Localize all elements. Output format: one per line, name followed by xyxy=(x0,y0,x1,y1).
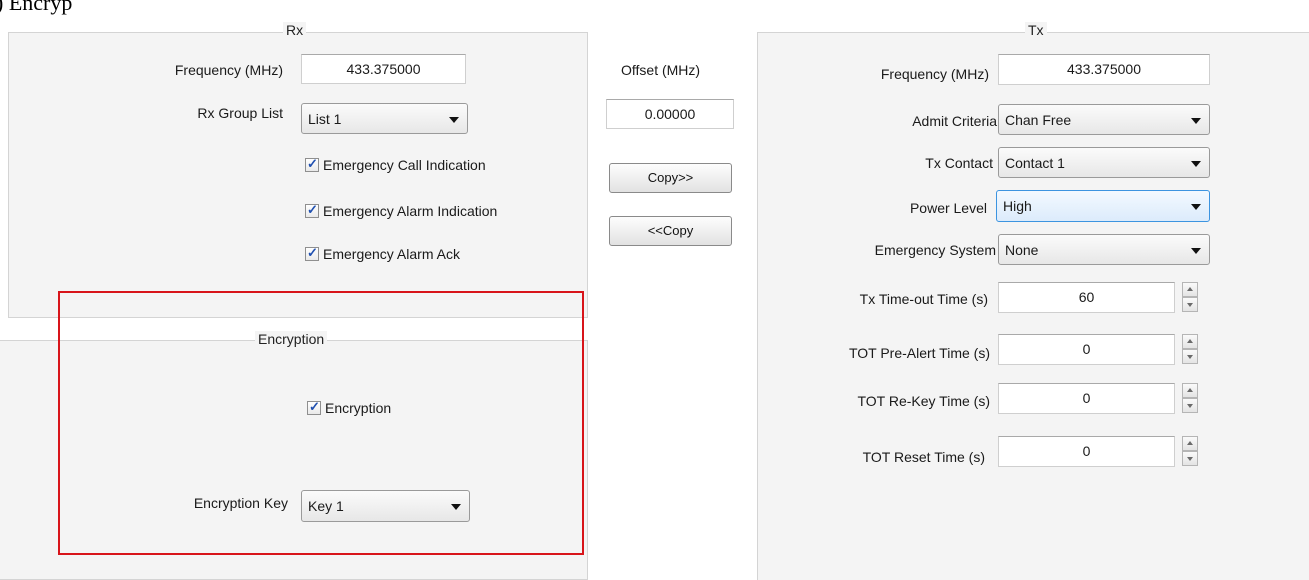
offset-input[interactable]: 0.00000 xyxy=(606,99,734,129)
offset-label: Offset (MHz) xyxy=(621,62,701,78)
admit-criteria-dropdown[interactable]: Chan Free xyxy=(998,104,1210,135)
tot-rekey-label: TOT Re-Key Time (s) xyxy=(857,393,990,409)
spin-up-icon[interactable] xyxy=(1182,334,1198,349)
tx-timeout-label: Tx Time-out Time (s) xyxy=(859,291,988,307)
tx-group-title: Tx xyxy=(1025,22,1047,38)
tot-rekey-input[interactable]: 0 xyxy=(998,383,1175,414)
tot-rekey-spinner[interactable] xyxy=(1182,383,1198,413)
power-level-value: High xyxy=(1003,198,1032,214)
copy-tx-to-rx-button[interactable]: <<Copy xyxy=(609,216,732,246)
rx-group-list-dropdown[interactable]: List 1 xyxy=(301,103,468,134)
rx-group-title: Rx xyxy=(283,22,307,38)
rx-group-list-label: Rx Group List xyxy=(197,105,283,121)
admit-criteria-label: Admit Criteria xyxy=(912,113,997,129)
checkbox-label: Emergency Alarm Ack xyxy=(323,246,460,262)
power-level-label: Power Level xyxy=(909,200,987,216)
tot-reset-label: TOT Reset Time (s) xyxy=(862,449,985,465)
page-heading-fragment: ) Encryp xyxy=(0,0,73,15)
checkbox-label: Emergency Alarm Indication xyxy=(323,203,498,219)
encryption-highlight-box xyxy=(58,291,584,555)
tot-prealert-input[interactable]: 0 xyxy=(998,334,1175,365)
emergency-system-value: None xyxy=(1005,242,1039,258)
checkbox-checked-icon xyxy=(305,202,319,218)
tx-frequency-input[interactable]: 433.375000 xyxy=(998,54,1210,85)
power-level-dropdown[interactable]: High xyxy=(996,190,1210,222)
tot-reset-input[interactable]: 0 xyxy=(998,436,1175,467)
checkbox-checked-icon xyxy=(305,156,319,172)
rx-group-list-value: List 1 xyxy=(308,111,342,127)
emergency-alarm-ack-checkbox[interactable]: Emergency Alarm Ack xyxy=(305,245,460,262)
tx-frequency-label: Frequency (MHz) xyxy=(880,66,989,82)
rx-frequency-input[interactable]: 433.375000 xyxy=(301,54,466,84)
spin-down-icon[interactable] xyxy=(1182,349,1198,364)
spin-up-icon[interactable] xyxy=(1182,436,1198,451)
emergency-system-dropdown[interactable]: None xyxy=(998,234,1210,265)
tx-contact-value: Contact 1 xyxy=(1005,155,1065,171)
emergency-call-indication-checkbox[interactable]: Emergency Call Indication xyxy=(305,156,486,173)
copy-rx-to-tx-button[interactable]: Copy>> xyxy=(609,163,732,193)
tot-reset-spinner[interactable] xyxy=(1182,436,1198,466)
spin-down-icon[interactable] xyxy=(1182,451,1198,466)
spin-down-icon[interactable] xyxy=(1182,398,1198,413)
admit-criteria-value: Chan Free xyxy=(1005,112,1072,128)
chevron-down-icon xyxy=(1191,161,1201,167)
tx-contact-dropdown[interactable]: Contact 1 xyxy=(998,147,1210,178)
checkbox-checked-icon xyxy=(305,245,319,261)
chevron-down-icon xyxy=(1191,204,1201,210)
rx-group xyxy=(8,32,588,318)
rx-frequency-label: Frequency (MHz) xyxy=(174,62,283,78)
spin-down-icon[interactable] xyxy=(1182,297,1198,312)
emergency-alarm-indication-checkbox[interactable]: Emergency Alarm Indication xyxy=(305,202,498,219)
tot-prealert-label: TOT Pre-Alert Time (s) xyxy=(848,345,990,361)
tot-prealert-spinner[interactable] xyxy=(1182,334,1198,364)
spin-up-icon[interactable] xyxy=(1182,282,1198,297)
chevron-down-icon xyxy=(1191,118,1201,124)
tx-timeout-spinner[interactable] xyxy=(1182,282,1198,312)
emergency-system-label: Emergency System xyxy=(874,242,996,258)
checkbox-label: Emergency Call Indication xyxy=(323,157,486,173)
chevron-down-icon xyxy=(449,117,459,123)
spin-up-icon[interactable] xyxy=(1182,383,1198,398)
tx-contact-label: Tx Contact xyxy=(925,155,993,171)
chevron-down-icon xyxy=(1191,248,1201,254)
tx-timeout-input[interactable]: 60 xyxy=(998,282,1175,313)
